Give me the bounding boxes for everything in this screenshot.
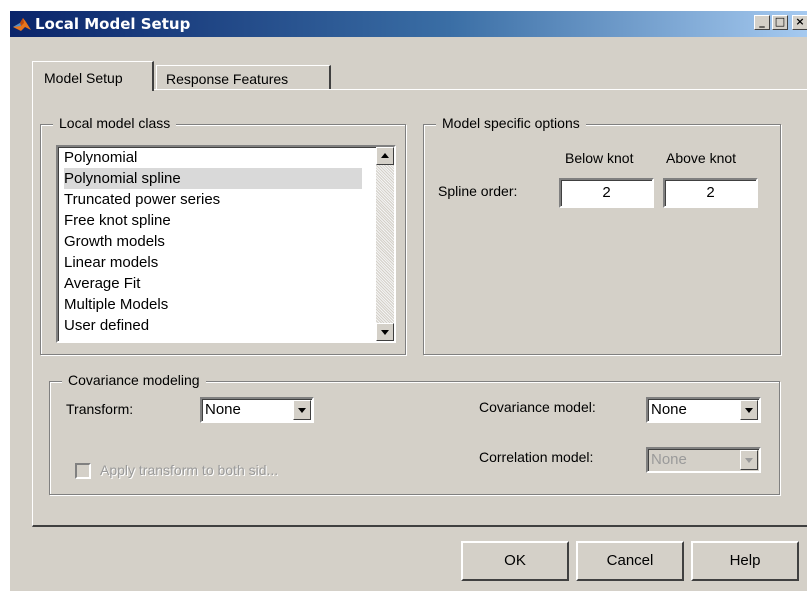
list-item[interactable]: Free knot spline	[64, 210, 171, 231]
above-knot-input[interactable]: 2	[663, 178, 758, 208]
below-knot-input[interactable]: 2	[559, 178, 654, 208]
transform-label: Transform:	[66, 401, 134, 417]
arrow-down-icon	[381, 330, 389, 335]
list-scrollbar[interactable]	[376, 147, 394, 341]
local-model-class-list[interactable]: Polynomial Polynomial spline Truncated p…	[56, 145, 396, 343]
covariance-model-dropdown-button[interactable]	[740, 400, 758, 420]
list-item[interactable]: Growth models	[64, 231, 165, 252]
matlab-logo-icon	[13, 18, 31, 31]
chevron-down-icon	[298, 408, 306, 413]
covariance-model-select[interactable]: None	[646, 397, 761, 423]
list-item[interactable]: Multiple Models	[64, 294, 168, 315]
chevron-down-icon	[745, 408, 753, 413]
maximize-button[interactable]: □	[772, 15, 788, 30]
list-item[interactable]: Linear models	[64, 252, 158, 273]
transform-dropdown-button[interactable]	[293, 400, 311, 420]
transform-select[interactable]: None	[200, 397, 314, 423]
correlation-model-value: None	[651, 451, 687, 468]
list-item-selected[interactable]: Polynomial spline	[64, 168, 362, 189]
local-model-class-title: Local model class	[53, 115, 177, 131]
correlation-model-label: Correlation model:	[479, 449, 594, 465]
cancel-button[interactable]: Cancel	[576, 541, 684, 581]
correlation-model-select[interactable]: None	[646, 447, 761, 473]
above-knot-label: Above knot	[666, 150, 737, 166]
covariance-model-label: Covariance model:	[479, 399, 596, 415]
correlation-model-dropdown-button[interactable]	[740, 450, 758, 470]
scroll-up-button[interactable]	[376, 147, 394, 165]
tab-response-features[interactable]: Response Features	[156, 65, 331, 91]
below-knot-label: Below knot	[565, 150, 634, 166]
window-title: Local Model Setup	[35, 15, 191, 33]
close-button[interactable]: ×	[792, 15, 807, 30]
tab-model-setup[interactable]: Model Setup	[32, 61, 154, 91]
minimize-button[interactable]: _	[754, 15, 770, 30]
apply-transform-checkbox[interactable]	[75, 463, 91, 479]
model-options-title: Model specific options	[436, 115, 586, 131]
list-item[interactable]: Truncated power series	[64, 189, 220, 210]
dialog-window: Local Model Setup _ □ × Model Setup Resp…	[9, 10, 807, 591]
title-bar[interactable]: Local Model Setup _ □ ×	[10, 11, 807, 37]
list-item[interactable]: Polynomial	[64, 147, 137, 168]
covariance-model-value: None	[651, 401, 687, 418]
list-item[interactable]: Average Fit	[64, 273, 140, 294]
ok-button[interactable]: OK	[461, 541, 569, 581]
scroll-down-button[interactable]	[376, 323, 394, 341]
transform-value: None	[205, 401, 241, 418]
chevron-down-icon	[745, 458, 753, 463]
list-item[interactable]: User defined	[64, 315, 149, 336]
help-button[interactable]: Help	[691, 541, 799, 581]
arrow-up-icon	[381, 153, 389, 158]
covariance-title: Covariance modeling	[62, 372, 206, 388]
spline-order-label: Spline order:	[438, 183, 518, 199]
apply-transform-label: Apply transform to both sid...	[100, 462, 279, 478]
